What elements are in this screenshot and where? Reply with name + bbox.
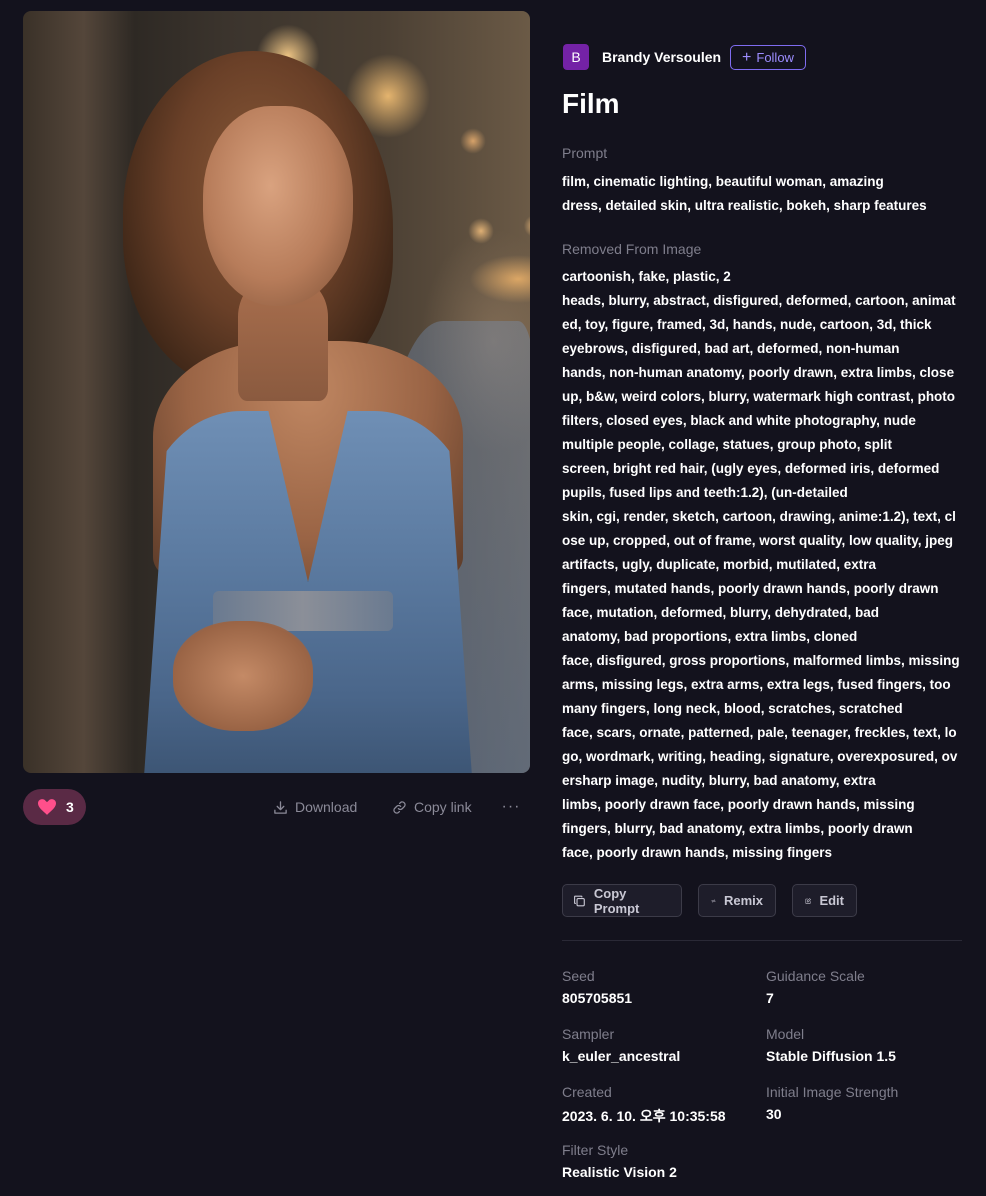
page-title: Film	[562, 88, 620, 119]
model-label: Model	[766, 1026, 805, 1042]
initial-image-strength-label: Initial Image Strength	[766, 1084, 899, 1100]
created-label: Created	[562, 1084, 612, 1100]
guidance-scale-value: 7	[766, 990, 774, 1006]
sampler-value: k_euler_ancestral	[562, 1048, 681, 1064]
edit-label: Edit	[819, 893, 844, 908]
copy-link-label: Copy link	[414, 799, 472, 815]
seed-value: 805705851	[562, 990, 633, 1006]
copy-icon	[574, 895, 585, 906]
initial-image-strength-value: 30	[766, 1106, 782, 1122]
remix-label: Remix	[723, 893, 763, 908]
generated-image[interactable]	[23, 11, 530, 773]
remix-icon	[711, 898, 716, 903]
more-icon: ···	[501, 798, 521, 815]
copy-prompt-button[interactable]: Copy Prompt	[562, 884, 682, 917]
author-name[interactable]: Brandy Versoulen	[602, 49, 721, 65]
guidance-scale-label: Guidance Scale	[766, 968, 865, 984]
divider	[562, 940, 962, 941]
like-count: 3	[66, 799, 74, 815]
sampler-label: Sampler	[562, 1026, 615, 1042]
download-label: Download	[295, 799, 358, 815]
image-hands	[173, 621, 313, 731]
filter-style-label: Filter Style	[562, 1142, 629, 1158]
filter-style-value: Realistic Vision 2	[562, 1164, 677, 1180]
remix-button[interactable]: Remix	[698, 884, 776, 917]
created-value: 2023. 6. 10. 오후 10:35:58	[562, 1108, 726, 1124]
download-icon	[274, 800, 287, 814]
copy-link-button[interactable]: Copy link	[392, 797, 472, 817]
prompt-label: Prompt	[562, 145, 608, 161]
negative-prompt-label: Removed From Image	[562, 241, 702, 257]
follow-button[interactable]: + Follow	[730, 45, 806, 70]
heart-icon	[38, 799, 56, 815]
copy-prompt-label: Copy Prompt	[593, 885, 640, 916]
edit-button[interactable]: Edit	[792, 884, 857, 917]
like-button[interactable]: 3	[23, 789, 86, 825]
avatar[interactable]: B	[563, 44, 589, 70]
prompt-text: film, cinematic lighting, beautiful woma…	[562, 174, 927, 213]
link-icon	[393, 800, 406, 814]
follow-label: Follow	[756, 50, 794, 65]
avatar-initial: B	[571, 49, 581, 65]
edit-icon	[805, 897, 811, 904]
plus-icon: +	[742, 48, 752, 66]
image-face	[203, 106, 353, 306]
download-button[interactable]: Download	[273, 797, 357, 817]
model-value: Stable Diffusion 1.5	[766, 1048, 896, 1064]
more-options-button[interactable]: ···	[501, 797, 521, 817]
seed-label: Seed	[562, 968, 595, 984]
negative-prompt-text: cartoonish, fake, plastic, 2 heads, blur…	[562, 269, 960, 860]
